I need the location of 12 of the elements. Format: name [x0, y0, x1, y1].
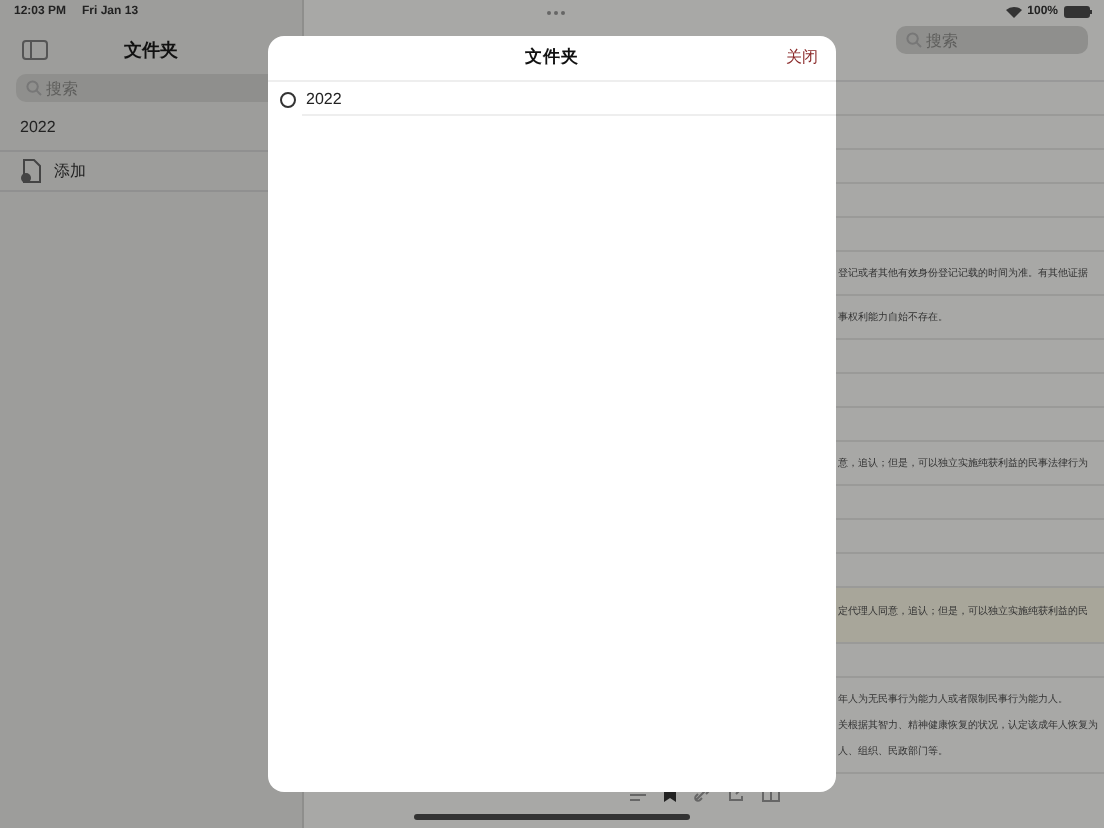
add-item[interactable]: 添加 — [54, 160, 86, 182]
folder-name[interactable]: 2022 — [306, 90, 342, 108]
document-add-icon — [20, 158, 42, 184]
sidebar-toggle-icon[interactable] — [22, 40, 48, 60]
battery-icon — [1064, 6, 1092, 18]
sidebar-title: 文件夹 — [124, 37, 178, 63]
close-button[interactable]: 关闭 — [786, 46, 818, 68]
search-icon — [906, 32, 922, 48]
search-icon — [26, 80, 42, 96]
wifi-icon — [1005, 6, 1022, 18]
modal-title: 文件夹 — [525, 46, 579, 70]
radio-button[interactable] — [280, 91, 296, 107]
